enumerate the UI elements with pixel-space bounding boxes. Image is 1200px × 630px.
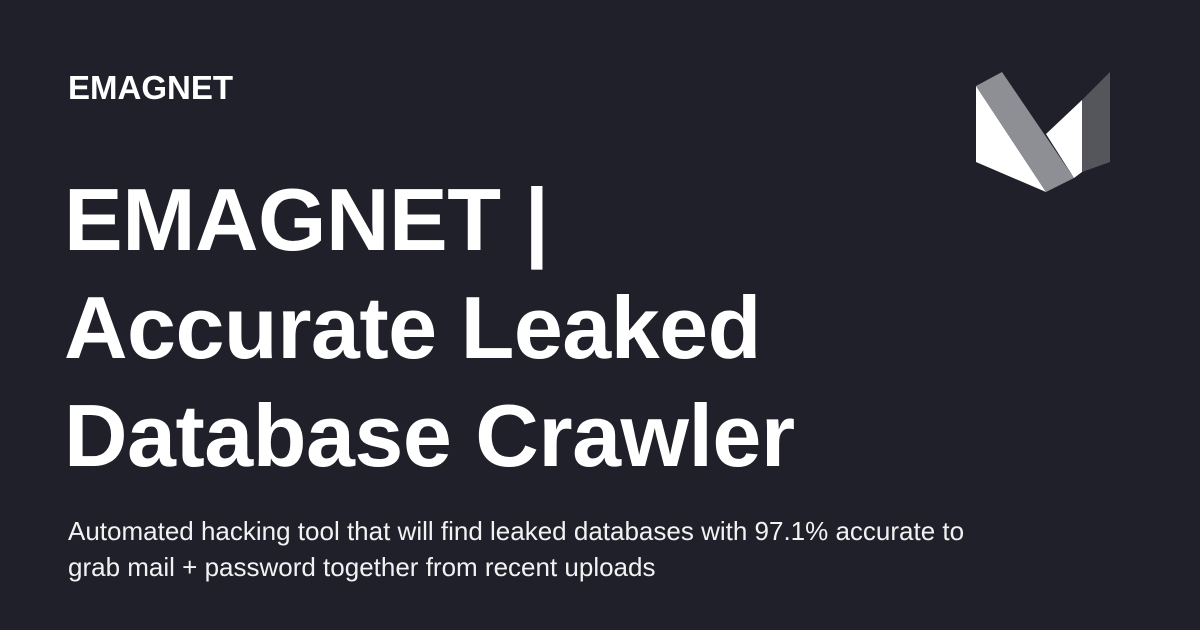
site-name: EMAGNET <box>68 69 233 106</box>
article-description: Automated hacking tool that will find le… <box>68 516 965 582</box>
social-preview-card: EMAGNET EMAGNET | Accurate Leaked Databa… <box>0 0 1200 630</box>
logo-far-right-facet <box>1082 72 1110 172</box>
m-chevron-logo-icon <box>976 72 1110 192</box>
article-title: EMAGNET | Accurate Leaked Database Crawl… <box>64 170 795 485</box>
